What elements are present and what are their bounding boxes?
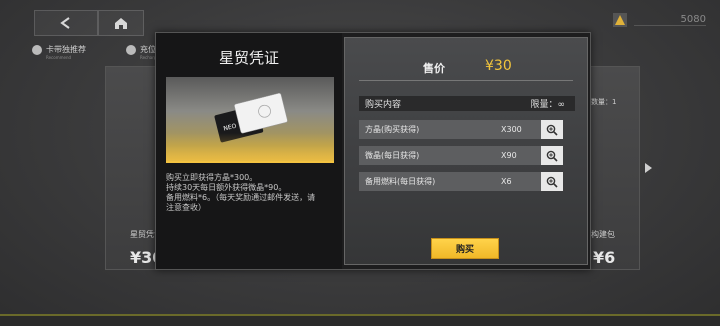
currency-icon: [613, 13, 627, 27]
content-qty: X90: [501, 151, 517, 160]
content-qty: X300: [501, 125, 522, 134]
currency-display: 5080: [612, 10, 706, 30]
bg-card-right[interactable]: 数量：1 构建包 ¥6: [586, 66, 640, 270]
content-name: 备用燃料(每日获得): [365, 177, 436, 186]
zoom-in-icon: [546, 176, 558, 188]
contents-label: 购买内容: [365, 100, 402, 110]
purchase-dialog: 星贸凭证 NEO 购买立即获得方晶*300。 持续30天每日额外获得微晶*90。…: [155, 32, 591, 270]
back-button[interactable]: [34, 10, 98, 36]
contents-header: 购买内容 限量：∞: [359, 96, 575, 111]
zoom-button[interactable]: [541, 172, 563, 191]
item-image: NEO: [166, 77, 334, 163]
content-name: 微晶(每日获得): [365, 151, 420, 160]
price-value: ¥30: [485, 58, 512, 74]
purchase-panel: 售价 ¥30 购买内容 限量：∞ 方晶(购买获得) X300 微晶(每日获得) …: [344, 37, 588, 265]
bg-card-right-price: ¥6: [593, 248, 616, 267]
back-arrow-icon: [60, 17, 70, 29]
item-info-panel: 星贸凭证 NEO 购买立即获得方晶*300。 持续30天每日额外获得微晶*90。…: [156, 33, 342, 269]
zoom-in-icon: [546, 150, 558, 162]
desc-line: 注意查收）: [166, 203, 206, 212]
currency-value: 5080: [634, 14, 706, 26]
content-name: 方晶(购买获得): [365, 125, 420, 134]
bg-card-right-name: 构建包: [591, 230, 615, 239]
tab-recharge-label: 充位: [140, 45, 156, 54]
zoom-in-icon: [546, 124, 558, 136]
bottom-bar: [0, 314, 720, 326]
desc-line: 持续30天每日额外获得微晶*90。: [166, 183, 287, 192]
item-image-underline: [166, 161, 334, 163]
content-qty: X6: [501, 177, 512, 186]
price-label: 售价: [423, 62, 445, 75]
home-button[interactable]: [98, 10, 144, 36]
buy-button[interactable]: 购买: [431, 238, 499, 259]
recharge-icon: [126, 44, 136, 55]
price-bar: 售价 ¥30: [359, 52, 573, 81]
home-icon: [115, 18, 127, 29]
desc-line: 购买立即获得方晶*300。: [166, 173, 258, 182]
item-title: 星贸凭证: [218, 49, 279, 67]
content-row: 备用燃料(每日获得) X6: [359, 172, 563, 191]
next-arrow-icon[interactable]: [645, 163, 652, 173]
item-image-glow: [166, 133, 334, 163]
tab-recommend[interactable]: 卡带独推荐 Recommend: [32, 44, 86, 60]
desc-line: 备用燃料*6。（每天奖励通过邮件发送，请: [166, 193, 316, 202]
tab-recharge[interactable]: 充位 Recharge: [126, 44, 159, 60]
tab-recommend-sub: Recommend: [46, 55, 72, 60]
content-row: 微晶(每日获得) X90: [359, 146, 563, 165]
bg-card-right-qty: 数量：1: [591, 98, 617, 106]
content-row: 方晶(购买获得) X300: [359, 120, 563, 139]
zoom-button[interactable]: [541, 120, 563, 139]
tab-recommend-label: 卡带独推荐: [46, 45, 86, 54]
item-description: 购买立即获得方晶*300。 持续30天每日额外获得微晶*90。 备用燃料*6。（…: [166, 173, 338, 213]
limit-label: 限量：∞: [530, 100, 566, 110]
zoom-button[interactable]: [541, 146, 563, 165]
recommend-icon: [32, 44, 42, 55]
